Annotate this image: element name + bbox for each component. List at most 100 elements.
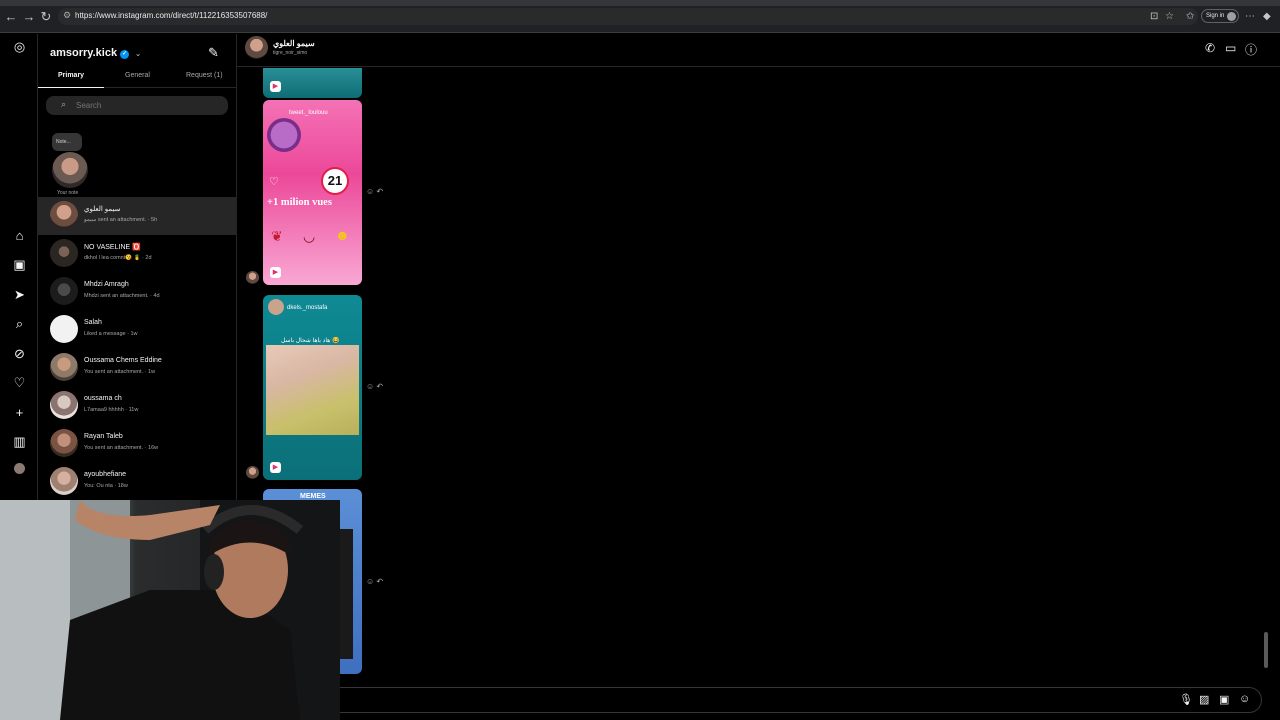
instagram-icon[interactable]: ◎ <box>12 39 27 54</box>
conversation-item[interactable]: Mhdzi Amragh Mhdzi sent an attachment. ·… <box>38 273 237 311</box>
heart-icon[interactable]: ♡ <box>12 375 27 390</box>
shared-reel-card[interactable]: ▶ <box>263 68 362 98</box>
conversation-name: ayoubhefiane <box>84 471 127 478</box>
chevron-down-icon: ⌄ <box>135 51 142 58</box>
home-icon[interactable]: ⌂ <box>12 228 27 243</box>
conversation-name: Rayan Taleb <box>84 433 123 440</box>
reels-icon[interactable]: ▣ <box>12 257 27 272</box>
conversation-preview: Mhdzi sent an attachment. · 4d <box>84 293 160 299</box>
react-icon[interactable]: ☺ ↶ <box>366 382 383 391</box>
reel-icon: ▶ <box>270 267 281 278</box>
reload-icon[interactable]: ↻ <box>39 10 53 24</box>
address-bar[interactable]: ⚙ https://www.instagram.com/direct/t/112… <box>58 8 1198 25</box>
conversation-preview: You sent an attachment. · 16w <box>84 445 159 451</box>
conversation-item[interactable]: ayoubhefiane You: Ou nta · 18w <box>38 463 237 501</box>
gif-icon[interactable]: ▣ <box>1219 693 1229 706</box>
search-icon: ⌕ <box>61 99 67 109</box>
note-bubble[interactable]: Note... <box>52 133 82 151</box>
conversation-name: Oussama Chems Eddine <box>84 357 162 364</box>
back-icon[interactable]: ← <box>4 10 18 24</box>
webcam-overlay <box>0 500 340 720</box>
react-icon[interactable]: ☺ ↶ <box>366 577 383 586</box>
profile-icon <box>1227 12 1236 21</box>
create-icon[interactable]: + <box>12 405 27 420</box>
verified-badge-icon: ✓ <box>120 50 130 59</box>
install-app-icon[interactable]: ⊡ <box>1150 11 1158 22</box>
conversation-item[interactable]: سيمو العلوي سيمو sent an attachment. · 5… <box>38 197 237 235</box>
browser-toolbar: ← → ↻ ⚙ https://www.instagram.com/direct… <box>0 0 1280 33</box>
reel-icon: ▶ <box>270 462 281 473</box>
tab-general[interactable]: General <box>125 72 150 79</box>
scrollbar-thumb[interactable] <box>1264 632 1268 668</box>
conversation-preview: You sent an attachment. · 1w <box>84 369 156 375</box>
avatar <box>50 467 78 495</box>
tab-primary[interactable]: Primary <box>58 72 84 79</box>
search-input[interactable] <box>76 99 216 112</box>
reel-views-text: +1 milion vues <box>267 197 332 208</box>
reel-icon: ▶ <box>270 81 281 92</box>
reel-author-name: tweet._loulouu <box>289 110 328 116</box>
conversation-name: سيمو العلوي <box>84 206 121 213</box>
reel-author-name: dkels._mostafa <box>287 305 328 311</box>
search-icon[interactable]: ⌕ <box>12 316 27 331</box>
shared-reel-card[interactable]: dkels._mostafa هاد باها شحال باسل 😂 ▶ <box>263 295 362 480</box>
conversation-preview: L7amaa9 hhhhh · 11w <box>84 407 139 413</box>
age-badge: 21 <box>321 167 349 195</box>
more-menu-icon[interactable]: ⋯ <box>1245 11 1255 22</box>
avatar <box>50 201 78 229</box>
forward-icon[interactable]: → <box>22 10 36 24</box>
chat-avatar[interactable] <box>245 36 268 59</box>
sign-in-label: Sign in <box>1206 13 1225 19</box>
search-box[interactable]: ⌕ <box>46 96 228 115</box>
conversation-preview: You: Ou nta · 18w <box>84 483 128 489</box>
react-icon[interactable]: ☺ ↶ <box>366 187 383 196</box>
conversation-item[interactable]: Rayan Taleb You sent an attachment. · 16… <box>38 425 237 463</box>
microphone-icon[interactable]: 🎙 <box>1179 693 1193 706</box>
avatar <box>50 277 78 305</box>
messages-icon[interactable]: ➤ <box>12 287 27 302</box>
info-icon[interactable]: ⓘ <box>1245 41 1257 58</box>
sticker-icon[interactable]: ☺ <box>1239 693 1250 705</box>
account-name: amsorry.kick <box>50 47 118 59</box>
reel-author-avatar <box>268 299 284 315</box>
dashboard-icon[interactable]: ▥ <box>12 434 27 449</box>
phone-icon[interactable]: ✆ <box>1205 41 1215 55</box>
webcam-person-image <box>0 500 340 720</box>
mouth-icon: ◡ <box>303 228 316 244</box>
image-icon[interactable]: ▨ <box>1199 693 1209 706</box>
account-switcher[interactable]: amsorry.kick ✓ ⌄ <box>50 47 141 59</box>
favorites-icon[interactable]: ✩ <box>1186 11 1194 22</box>
site-info-icon[interactable]: ⚙ <box>63 10 71 21</box>
sign-in-button[interactable]: Sign in <box>1201 9 1239 23</box>
tab-strip <box>0 0 1280 6</box>
conversation-preview: dkhol l lea comnt😘 🍍 · 2d <box>84 255 152 261</box>
conversation-name: Salah <box>84 319 102 326</box>
copilot-icon[interactable]: ◆ <box>1263 11 1271 22</box>
tab-active-underline <box>38 87 104 88</box>
chat-username: tigre_noir_simo <box>273 50 308 56</box>
conversation-item[interactable]: Salah Liked a message · 1w <box>38 311 237 349</box>
conversation-name: Mhdzi Amragh <box>84 281 129 288</box>
message-input[interactable] <box>346 694 1046 707</box>
avatar <box>50 353 78 381</box>
shared-reel-card[interactable]: tweet._loulouu 21 ♡ +1 milion vues ❦ ◡ ☻… <box>263 100 362 285</box>
chat-name[interactable]: سيمو العلوي <box>273 39 315 48</box>
bookmark-star-icon[interactable]: ☆ <box>1165 11 1174 22</box>
avatar <box>50 315 78 343</box>
reel-thumbnail <box>266 345 359 435</box>
profile-avatar[interactable] <box>14 463 25 474</box>
face-icon: ☻ <box>335 227 350 243</box>
message-composer[interactable]: 🎙 ▨ ▣ ☺ <box>245 687 1262 713</box>
compose-icon[interactable]: ✎ <box>208 45 219 61</box>
conversation-item[interactable]: oussama ch L7amaa9 hhhhh · 11w <box>38 387 237 425</box>
note-avatar[interactable] <box>52 152 88 188</box>
avatar <box>50 239 78 267</box>
tab-requests[interactable]: Request (1) <box>186 72 223 79</box>
conversation-item[interactable]: NO VASELINE 🅾️ dkhol l lea comnt😘 🍍 · 2d <box>38 235 237 273</box>
scrollbar[interactable] <box>1262 68 1270 680</box>
sender-avatar <box>246 466 259 479</box>
video-icon[interactable]: ▭ <box>1225 41 1236 55</box>
explore-icon[interactable]: ⊘ <box>12 346 27 361</box>
reel-author-avatar <box>267 118 301 152</box>
conversation-item[interactable]: Oussama Chems Eddine You sent an attachm… <box>38 349 237 387</box>
